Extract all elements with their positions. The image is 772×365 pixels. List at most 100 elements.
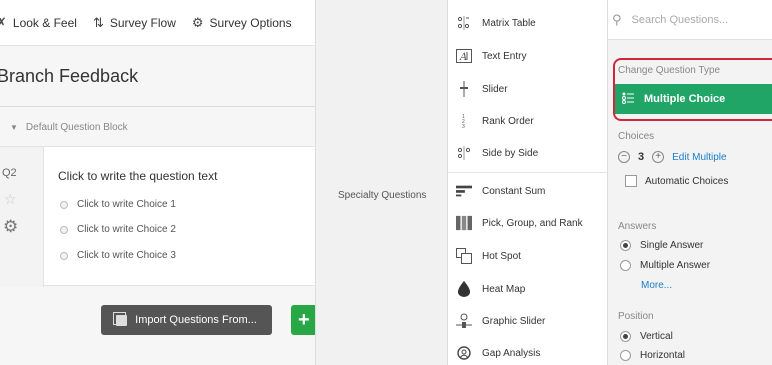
question-number: Q2 — [2, 167, 17, 179]
question-type-dropdown[interactable]: Multiple Choice — [615, 84, 772, 114]
minus-icon[interactable]: − — [618, 151, 630, 163]
copy-icon — [113, 311, 128, 326]
brush-icon: ✗ — [0, 14, 7, 30]
search-input[interactable] — [631, 13, 752, 26]
category-specialty-questions[interactable]: Specialty Questions — [338, 190, 426, 201]
edit-multiple-link[interactable]: Edit Multiple — [672, 152, 726, 163]
radio-icon — [60, 200, 68, 209]
menu-divider — [448, 172, 608, 173]
radio-icon[interactable] — [620, 260, 631, 271]
look-and-feel-button[interactable]: ✗ Look & Feel — [0, 15, 77, 31]
import-label: Import Questions From... — [135, 314, 257, 326]
constant-sum-icon — [456, 183, 472, 199]
choices-label: Choices — [618, 131, 655, 142]
type-constant-sum[interactable]: Constant Sum — [456, 183, 545, 199]
question-type-list: Matrix Table A Text Entry Slider 123 Ran… — [447, 0, 608, 365]
type-label: Hot Spot — [482, 250, 521, 262]
collapse-caret-icon[interactable]: ▼ — [10, 123, 18, 132]
choice-3[interactable]: Click to write Choice 3 — [60, 250, 176, 261]
gear-icon[interactable]: ⚙ — [3, 217, 18, 237]
answer-label: Multiple Answer — [640, 260, 711, 271]
type-label: Graphic Slider — [482, 315, 546, 327]
pick-group-rank-icon — [456, 215, 472, 231]
change-question-type-label: Change Question Type — [618, 65, 721, 76]
survey-title[interactable]: Branch Feedback — [0, 66, 138, 87]
answer-label: Single Answer — [640, 240, 704, 251]
survey-editor: Branch Feedback ▼ Default Question Block… — [0, 46, 315, 365]
type-hot-spot[interactable]: Hot Spot — [456, 248, 521, 264]
question-type-categories: Specialty Questions — [315, 0, 447, 365]
question-q2[interactable]: Q2 ☆ ⚙ Click to write the question text … — [0, 146, 315, 287]
answers-label: Answers — [618, 221, 657, 232]
radio-icon — [60, 251, 68, 260]
choices-count: 3 — [638, 151, 645, 163]
import-questions-button[interactable]: Import Questions From... — [101, 305, 272, 335]
type-label: Gap Analysis — [482, 347, 541, 359]
type-side-by-side[interactable]: Side by Side — [456, 145, 538, 161]
search-bar: ⚲ — [608, 0, 772, 40]
position-horizontal[interactable]: Horizontal — [620, 350, 685, 361]
block-header[interactable]: ▼ Default Question Block — [10, 122, 128, 133]
type-label: Heat Map — [482, 283, 526, 295]
type-label: Pick, Group, and Rank — [482, 217, 583, 229]
choices-stepper: − 3 + Edit Multiple — [618, 151, 727, 163]
type-label: Constant Sum — [482, 185, 546, 197]
answer-multiple[interactable]: Multiple Answer — [620, 260, 710, 271]
flow-icon: ⇅ — [92, 14, 104, 30]
block-name: Default Question Block — [25, 122, 128, 133]
radio-selected-icon[interactable] — [620, 240, 631, 251]
gear-icon: ⚙ — [191, 14, 204, 30]
graphic-slider-icon — [456, 313, 472, 329]
position-label-text: Vertical — [640, 331, 673, 342]
choice-2[interactable]: Click to write Choice 2 — [60, 224, 176, 235]
svg-text:A: A — [459, 52, 467, 63]
radio-selected-icon[interactable] — [620, 331, 631, 342]
type-rank-order[interactable]: 123 Rank Order — [456, 113, 534, 129]
type-graphic-slider[interactable]: Graphic Slider — [456, 313, 545, 329]
text-entry-icon: A — [456, 48, 472, 64]
position-label-text: Horizontal — [640, 350, 686, 361]
add-new-question-button[interactable]: + — [291, 305, 315, 335]
position-label: Position — [618, 311, 654, 322]
svg-text:3: 3 — [462, 124, 465, 129]
type-heat-map[interactable]: Heat Map — [456, 281, 525, 297]
type-text-entry[interactable]: A Text Entry — [456, 48, 526, 64]
survey-options-button[interactable]: ⚙ Survey Options — [192, 15, 292, 31]
title-divider — [0, 106, 315, 107]
look-and-feel-label: Look & Feel — [12, 15, 77, 30]
survey-toolbar: ✗ Look & Feel ⇅ Survey Flow ⚙ Survey Opt… — [0, 0, 315, 46]
plus-icon[interactable]: + — [652, 151, 665, 163]
survey-flow-label: Survey Flow — [109, 15, 176, 30]
current-question-type: Multiple Choice — [644, 93, 726, 105]
choice-label: Click to write Choice 3 — [77, 250, 176, 261]
choice-1[interactable]: Click to write Choice 1 — [60, 199, 176, 210]
question-text[interactable]: Click to write the question text — [58, 169, 217, 183]
matrix-icon — [456, 15, 472, 31]
question-settings-panel: ⚲ Change Question Type Multiple Choice C… — [608, 0, 772, 365]
radio-icon[interactable] — [620, 350, 631, 361]
automatic-choices-checkbox[interactable] — [625, 175, 637, 187]
plus-icon: + — [298, 308, 310, 331]
survey-flow-button[interactable]: ⇅ Survey Flow — [93, 15, 176, 31]
heat-map-icon — [456, 281, 472, 297]
position-vertical[interactable]: Vertical — [620, 331, 673, 342]
choice-label: Click to write Choice 1 — [77, 199, 176, 210]
type-pick-group-rank[interactable]: Pick, Group, and Rank — [456, 215, 583, 231]
automatic-choices-option[interactable]: Automatic Choices — [625, 175, 728, 187]
type-label: Rank Order — [482, 115, 534, 127]
type-label: Text Entry — [482, 50, 527, 62]
gap-analysis-icon — [456, 345, 472, 361]
hot-spot-icon — [456, 248, 472, 264]
more-answers-link[interactable]: More... — [641, 280, 672, 291]
question-gutter: Q2 ☆ ⚙ — [0, 147, 44, 287]
radio-icon — [60, 225, 68, 234]
answer-single[interactable]: Single Answer — [620, 240, 703, 251]
slider-icon — [456, 81, 472, 97]
type-label: Slider — [482, 83, 508, 95]
automatic-choices-label: Automatic Choices — [645, 175, 729, 187]
type-label: Side by Side — [482, 147, 539, 159]
star-icon[interactable]: ☆ — [4, 191, 17, 208]
type-gap-analysis[interactable]: Gap Analysis — [456, 345, 540, 361]
type-slider[interactable]: Slider — [456, 81, 508, 97]
type-matrix-table[interactable]: Matrix Table — [456, 15, 536, 31]
